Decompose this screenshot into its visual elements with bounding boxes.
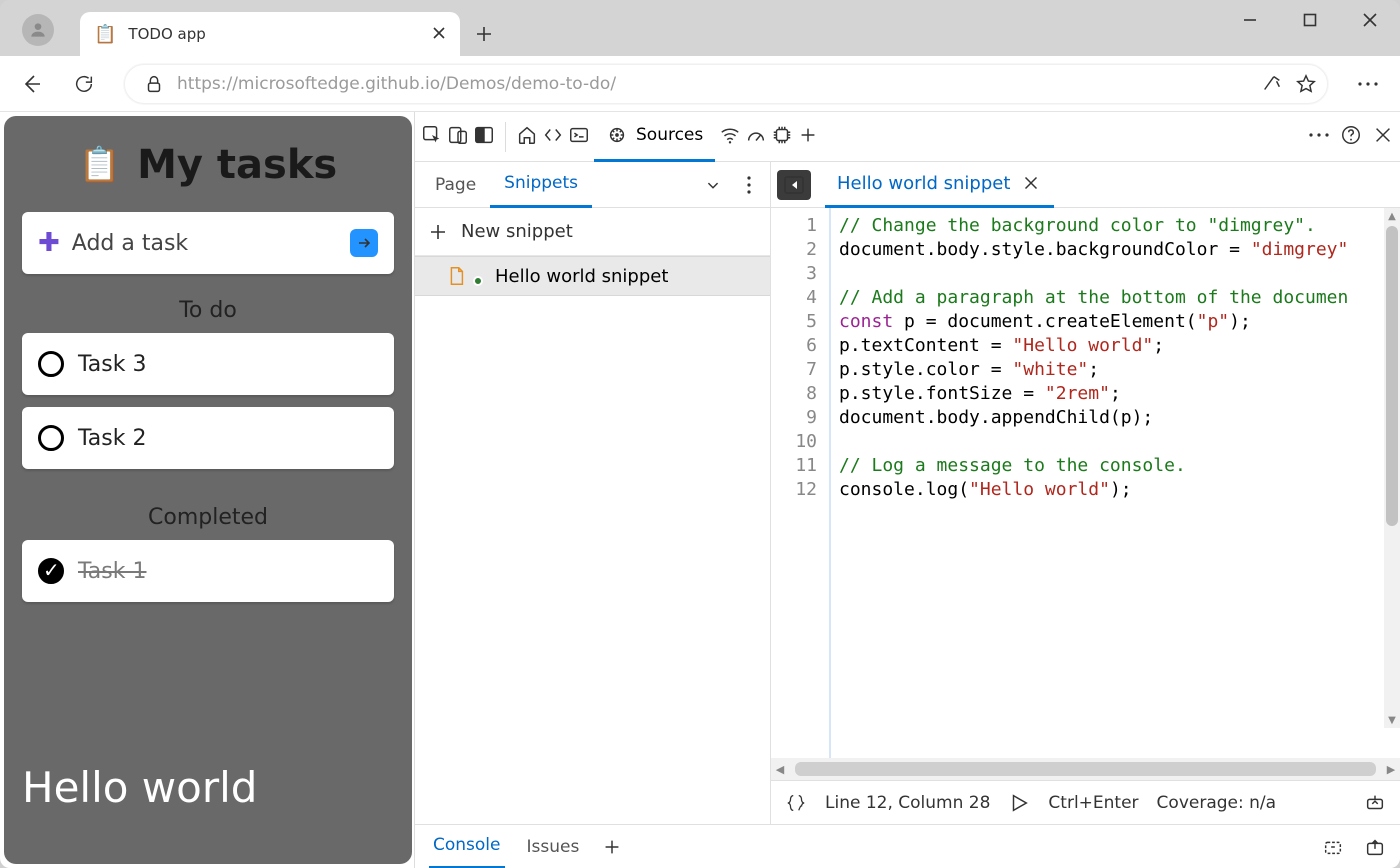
sources-navigator: Page Snippets New snippet Hello world — [415, 162, 771, 824]
close-devtools-icon[interactable] — [1372, 124, 1394, 150]
chevron-down-icon[interactable] — [702, 174, 724, 196]
new-tab-button[interactable] — [460, 12, 508, 56]
drawer-expand-icon[interactable] — [1364, 836, 1386, 858]
network-tab-icon[interactable] — [719, 124, 741, 150]
editor-file-tab[interactable]: Hello world snippet — [825, 162, 1054, 208]
new-snippet-button[interactable]: New snippet — [415, 208, 770, 256]
close-window-button[interactable] — [1340, 0, 1400, 40]
drawer-tab-issues[interactable]: Issues — [527, 837, 580, 857]
memory-tab-icon[interactable] — [771, 124, 793, 150]
plus-icon: ✚ — [38, 228, 60, 258]
devtools-drawer: Console Issues — [415, 824, 1400, 868]
coverage-status: Coverage: n/a — [1157, 793, 1277, 813]
welcome-tab-icon[interactable] — [516, 124, 538, 150]
task-label: Task 2 — [78, 426, 146, 451]
back-button[interactable] — [10, 62, 54, 106]
window-titlebar: 📋 TODO app — [0, 0, 1400, 56]
new-snippet-label: New snippet — [461, 221, 573, 242]
close-file-icon[interactable] — [1020, 172, 1042, 194]
tab-title: TODO app — [128, 25, 205, 43]
minimize-button[interactable] — [1220, 0, 1280, 40]
navigator-tab-page[interactable]: Page — [421, 162, 490, 208]
inspect-icon[interactable] — [421, 124, 443, 150]
section-todo-label: To do — [22, 298, 394, 323]
vertical-scrollbar[interactable]: ▲▼ — [1384, 208, 1400, 728]
url-text: https://microsoftedge.github.io/Demos/de… — [165, 74, 1261, 94]
task-checkbox[interactable] — [38, 351, 64, 377]
todo-app: 📋 My tasks ✚ Add a task To do Task 3 Tas… — [4, 116, 412, 864]
task-label: Task 3 — [78, 352, 146, 377]
code-editor[interactable]: 123456789101112 // Change the background… — [771, 208, 1400, 758]
sources-tab[interactable]: Sources — [594, 112, 715, 162]
snippet-name: Hello world snippet — [495, 266, 668, 287]
clipboard-icon: 📋 — [94, 24, 116, 45]
task-item[interactable]: Task 3 — [22, 333, 394, 395]
run-hint: Ctrl+Enter — [1048, 793, 1138, 813]
task-item[interactable]: Task 2 — [22, 407, 394, 469]
drawer-icon-1[interactable] — [1322, 836, 1344, 858]
devtools-top-tabs: Sources — [415, 112, 1400, 162]
cursor-position: Line 12, Column 28 — [825, 793, 990, 813]
devtools-panel: Sources Page Snippets — [414, 112, 1400, 868]
submit-task-button[interactable] — [350, 229, 378, 257]
refresh-button[interactable] — [62, 62, 106, 106]
dock-side-icon[interactable] — [473, 124, 495, 150]
editor-statusbar: Line 12, Column 28 Ctrl+Enter Coverage: … — [771, 780, 1400, 824]
help-icon[interactable] — [1340, 124, 1362, 150]
profile-icon[interactable] — [22, 14, 54, 46]
close-tab-icon[interactable] — [432, 25, 446, 44]
lock-icon — [143, 73, 165, 95]
sources-editor: Hello world snippet 123456789101112 // C… — [771, 162, 1400, 824]
console-tab-icon[interactable] — [568, 124, 590, 150]
favorite-icon[interactable] — [1295, 73, 1317, 95]
elements-tab-icon[interactable] — [542, 124, 564, 150]
more-tools-icon[interactable] — [1308, 124, 1330, 150]
task-item-done[interactable]: Task 1 — [22, 540, 394, 602]
injected-hello-text: Hello world — [22, 763, 394, 812]
read-aloud-icon[interactable] — [1261, 73, 1283, 95]
source-map-icon[interactable] — [1364, 792, 1386, 814]
browser-tab[interactable]: 📋 TODO app — [80, 12, 460, 56]
navigator-tab-snippets[interactable]: Snippets — [490, 162, 592, 208]
performance-tab-icon[interactable] — [745, 124, 767, 150]
address-bar[interactable]: https://microsoftedge.github.io/Demos/de… — [124, 64, 1328, 104]
maximize-button[interactable] — [1280, 0, 1340, 40]
settings-menu-button[interactable] — [1346, 62, 1390, 106]
browser-toolbar: https://microsoftedge.github.io/Demos/de… — [0, 56, 1400, 112]
horizontal-scrollbar[interactable]: ◀▶ — [771, 758, 1400, 780]
toggle-navigator-button[interactable] — [777, 170, 811, 200]
section-completed-label: Completed — [22, 505, 394, 530]
task-checkbox[interactable] — [38, 425, 64, 451]
add-task-placeholder: Add a task — [72, 231, 188, 256]
clipboard-icon: 📋 — [79, 145, 121, 185]
app-title: My tasks — [137, 142, 337, 188]
device-toggle-icon[interactable] — [447, 124, 469, 150]
task-checkbox-checked[interactable] — [38, 558, 64, 584]
add-task-input[interactable]: ✚ Add a task — [22, 212, 394, 274]
snippet-list-item[interactable]: Hello world snippet — [415, 256, 770, 296]
sources-tab-label: Sources — [636, 125, 703, 145]
code-content[interactable]: // Change the background color to "dimgr… — [831, 208, 1400, 758]
more-tabs-icon[interactable] — [797, 124, 819, 150]
drawer-tab-console[interactable]: Console — [429, 825, 505, 868]
editor-tab-title: Hello world snippet — [837, 173, 1010, 194]
pretty-print-icon[interactable] — [785, 792, 807, 814]
line-number-gutter: 123456789101112 — [771, 208, 831, 758]
task-label: Task 1 — [78, 559, 146, 584]
run-icon[interactable] — [1008, 792, 1030, 814]
snippet-file-icon — [445, 265, 467, 287]
drawer-add-tab-icon[interactable] — [601, 836, 623, 858]
navigator-more-icon[interactable] — [738, 174, 760, 196]
